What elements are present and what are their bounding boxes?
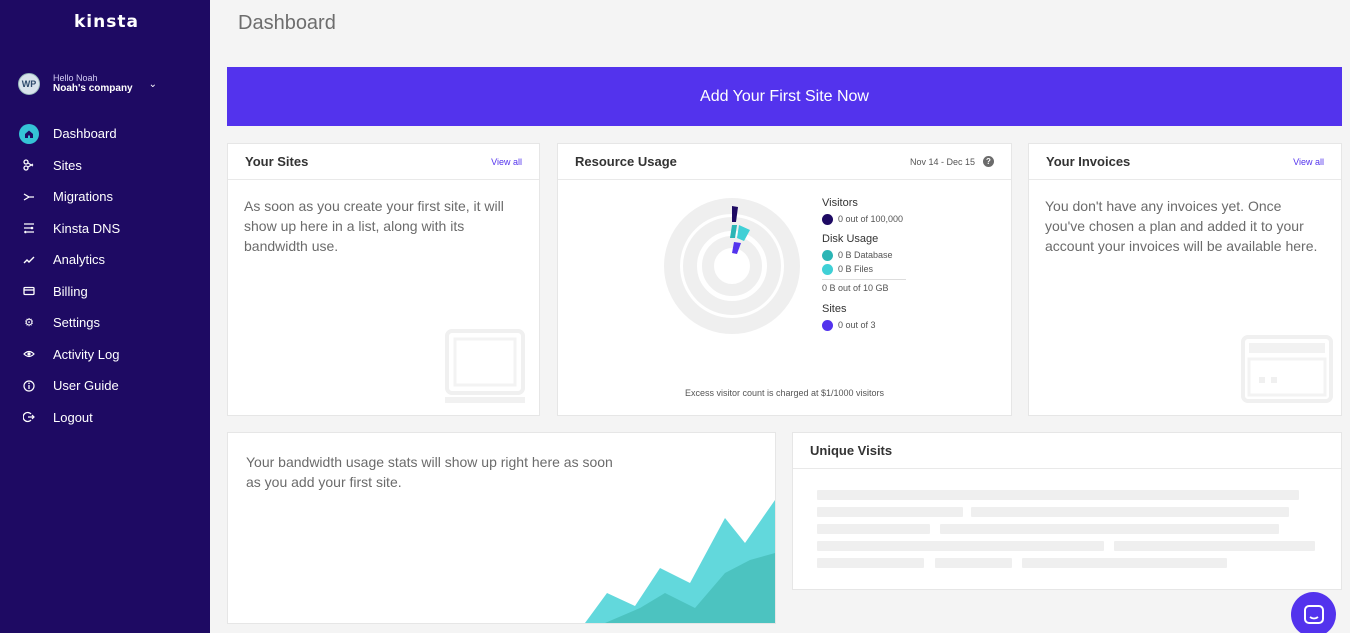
bandwidth-illustration [585, 500, 775, 623]
usage-donut-chart [664, 198, 800, 334]
sidebar-item-billing[interactable]: Billing [0, 276, 210, 308]
card-title: Your Sites [245, 154, 309, 169]
chevron-down-icon[interactable]: ⌄ [149, 79, 157, 90]
sidebar-item-label: Settings [53, 315, 100, 331]
excess-visitor-note: Excess visitor count is charged at $1/10… [684, 388, 885, 398]
sidebar-item-label: Sites [53, 157, 82, 173]
disk-total: 0 B out of 10 GB [822, 279, 906, 293]
usage-legend: Visitors 0 out of 100,000 Disk Usage 0 B… [822, 197, 962, 332]
invoice-illustration [1241, 335, 1333, 403]
files-dot [822, 263, 833, 275]
visitors-dot [822, 213, 833, 225]
sidebar-item-label: User Guide [53, 378, 119, 394]
sidebar-item-label: Kinsta DNS [53, 220, 121, 236]
database-dot [822, 249, 833, 261]
your-invoices-card: Your Invoices View all You don't have an… [1028, 143, 1342, 416]
disk-usage-title: Disk Usage [822, 233, 879, 245]
sidebar-nav: Dashboard Sites Migrations Kinsta DNS An… [0, 118, 210, 433]
sidebar: kinsta WP Hello Noah Noah's company ⌄ Da… [0, 0, 210, 633]
dns-icon [19, 218, 39, 238]
visitors-row: 0 out of 100,000 [822, 212, 962, 226]
resource-usage-card: Resource Usage Nov 14 - Dec 15 ? Visitor… [557, 143, 1012, 416]
analytics-icon [19, 250, 39, 270]
sites-dot [822, 319, 833, 331]
migrations-icon [19, 187, 39, 207]
view-all-invoices-link[interactable]: View all [1293, 157, 1324, 167]
sidebar-item-user-guide[interactable]: User Guide [0, 370, 210, 402]
visitors-title: Visitors [822, 197, 858, 209]
bandwidth-message: Your bandwidth usage stats will show up … [246, 454, 613, 490]
sidebar-item-settings[interactable]: ⚙ Settings [0, 307, 210, 339]
date-range-text: Nov 14 - Dec 15 [909, 156, 975, 167]
bandwidth-card: Your bandwidth usage stats will show up … [227, 432, 776, 624]
kinsta-logo[interactable]: kinsta [74, 12, 139, 32]
view-all-sites-link[interactable]: View all [491, 157, 522, 167]
add-first-site-button[interactable]: Add Your First Site Now [227, 67, 1342, 126]
sidebar-item-label: Analytics [53, 252, 106, 268]
page-title: Dashboard [238, 12, 336, 34]
sites-value: 0 out of 3 [838, 320, 876, 330]
sidebar-item-logout[interactable]: Logout [0, 402, 210, 434]
card-title: Resource Usage [575, 154, 677, 169]
chat-icon [1303, 604, 1324, 624]
usage-ring-inner [702, 236, 762, 296]
account-switcher[interactable]: WP Hello Noah Noah's company ⌄ [18, 73, 198, 95]
sites-title: Sites [822, 303, 847, 315]
logout-icon [19, 407, 39, 427]
sidebar-item-label: Activity Log [53, 346, 120, 362]
card-title: Unique Visits [810, 443, 893, 458]
sidebar-item-dashboard[interactable]: Dashboard [0, 118, 210, 150]
info-icon [19, 376, 39, 396]
sidebar-item-label: Migrations [53, 189, 113, 205]
sidebar-item-migrations[interactable]: Migrations [0, 181, 210, 213]
sidebar-item-label: Billing [53, 283, 88, 299]
company-name: Noah's company [53, 82, 133, 94]
your-sites-card: Your Sites View all As soon as you creat… [227, 143, 540, 416]
empty-sites-message: As soon as you create your first site, i… [244, 198, 504, 254]
home-icon [19, 123, 39, 144]
card-title: Your Invoices [1046, 154, 1131, 169]
sidebar-item-kinsta-dns[interactable]: Kinsta DNS [0, 213, 210, 245]
user-greeting: Hello Noah [53, 72, 98, 83]
billing-icon [19, 281, 39, 301]
gear-icon: ⚙ [24, 317, 34, 330]
files-row: 0 B Files [822, 262, 962, 276]
sites-row: 0 out of 3 [822, 318, 962, 332]
date-range[interactable]: Nov 14 - Dec 15 ? [910, 156, 994, 167]
sidebar-item-activity-log[interactable]: Activity Log [0, 339, 210, 371]
chat-button[interactable] [1291, 592, 1336, 633]
avatar: WP [18, 73, 40, 95]
sidebar-item-analytics[interactable]: Analytics [0, 244, 210, 276]
database-value: 0 B Database [838, 250, 893, 260]
sidebar-item-label: Dashboard [53, 126, 117, 142]
files-value: 0 B Files [838, 264, 874, 274]
eye-icon [19, 344, 39, 364]
laptop-illustration [445, 329, 525, 403]
sidebar-item-sites[interactable]: Sites [0, 150, 210, 182]
database-row: 0 B Database [822, 248, 962, 262]
empty-invoices-message: You don't have any invoices yet. Once yo… [1045, 198, 1318, 254]
unique-visits-card: Unique Visits [792, 432, 1342, 590]
sites-icon [19, 155, 39, 175]
help-icon[interactable]: ? [983, 156, 994, 167]
visitors-value: 0 out of 100,000 [838, 214, 904, 224]
sidebar-item-label: Logout [53, 409, 93, 425]
